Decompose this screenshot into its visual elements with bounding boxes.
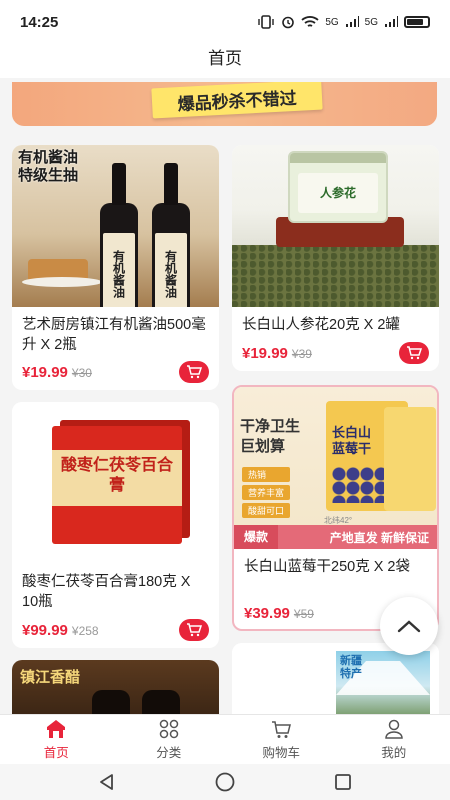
product-box-graphic: 酸枣仁茯苓百合膏 <box>52 426 182 544</box>
image-headline-1: 干净卫生 <box>240 418 301 435</box>
plate-graphic <box>22 277 102 287</box>
tab-label: 购物车 <box>262 746 300 760</box>
product-title: 长白山人参花20克 X 2罐 <box>242 317 400 333</box>
tab-label: 首页 <box>43 746 69 760</box>
status-icons: 5G 5G <box>257 15 430 29</box>
product-original-price: ¥39 <box>291 347 312 361</box>
page-title: 首页 <box>0 44 450 78</box>
product-price: ¥19.99 <box>242 345 288 362</box>
product-title: 艺术厨房镇江有机酱油500毫升 X 2瓶 <box>22 317 206 353</box>
tab-label: 我的 <box>381 746 407 760</box>
image-tagline: 产地直发 新鲜保证 <box>329 530 429 545</box>
cart-icon <box>187 365 202 379</box>
bottle-graphic-2 <box>142 690 180 714</box>
image-headline: 镇江香醋 <box>20 669 81 686</box>
product-image: 有机酱油 特级生抽 有机酱油 有机酱油 <box>12 145 219 307</box>
wifi-icon <box>301 16 319 27</box>
product-original-price: ¥30 <box>71 366 92 380</box>
price-row: ¥19.99 ¥39 <box>242 345 312 362</box>
product-image: 干净卫生 巨划算 热销 营养丰富 酸甜可口 长白山 蓝莓干 北纬42° 爆款 产… <box>234 387 437 549</box>
status-bar: 14:25 5G 5G <box>0 0 450 44</box>
tea-leaves-graphic <box>232 245 439 307</box>
bottle-graphic-1: 有机酱油 <box>100 163 138 307</box>
product-image: 酸枣仁茯苓百合膏 <box>12 402 219 564</box>
product-price: ¥39.99 <box>244 605 290 622</box>
product-card[interactable]: 人参花 长白山人参花20克 X 2罐 ¥19.99 ¥39 <box>232 145 439 371</box>
hot-badge: 爆款 <box>234 525 279 549</box>
vibrate-icon <box>258 15 275 29</box>
cart-icon <box>187 623 202 637</box>
product-image: 镇江香醋 <box>12 660 219 714</box>
tab-home[interactable]: 首页 <box>0 715 113 764</box>
scroll-to-top-button[interactable] <box>380 597 438 655</box>
product-price: ¥19.99 <box>22 364 68 381</box>
home-circle-icon[interactable] <box>214 771 236 793</box>
system-nav-bar <box>0 764 450 800</box>
back-icon[interactable] <box>97 772 117 792</box>
cart-icon <box>407 346 422 360</box>
image-headline-2: 巨划算 <box>240 438 286 455</box>
tab-profile[interactable]: 我的 <box>338 715 450 764</box>
product-card[interactable]: 镇江香醋 <box>12 660 219 714</box>
product-original-price: ¥258 <box>71 624 99 638</box>
profile-icon <box>384 719 403 739</box>
jar-graphic: 人参花 <box>288 151 388 223</box>
battery-icon <box>404 16 430 28</box>
cart-icon <box>272 721 292 738</box>
product-price: ¥99.99 <box>22 622 68 639</box>
image-headline-1: 有机酱油 <box>18 149 79 166</box>
product-feed[interactable]: 爆品秒杀不错过 有机酱油 特级生抽 有机酱油 有机酱油 艺术厨房镇江有机酱油50… <box>0 78 450 714</box>
product-card[interactable]: 有机酱油 特级生抽 有机酱油 有机酱油 艺术厨房镇江有机酱油500毫升 X 2瓶… <box>12 145 219 390</box>
product-original-price: ¥59 <box>293 607 314 621</box>
alarm-icon <box>282 16 295 29</box>
category-icon <box>159 719 178 739</box>
price-row: ¥99.99 ¥258 <box>22 622 99 639</box>
add-to-cart-button[interactable] <box>179 361 209 383</box>
image-headline-2: 特级生抽 <box>18 167 79 184</box>
tab-label: 分类 <box>156 746 182 760</box>
price-row: ¥39.99 ¥59 <box>244 605 314 622</box>
signal-icon <box>345 16 359 27</box>
product-card[interactable]: 干净卫生 巨划算 热销 营养丰富 酸甜可口 长白山 蓝莓干 北纬42° 爆款 产… <box>232 385 439 631</box>
bottom-tab-bar: 首页 分类 购物车 我的 <box>0 714 450 764</box>
tab-category[interactable]: 分类 <box>113 715 226 764</box>
home-icon <box>47 720 66 738</box>
recents-icon[interactable] <box>333 772 353 792</box>
bottle-graphic-1 <box>92 690 130 714</box>
tab-cart[interactable]: 购物车 <box>225 715 338 764</box>
product-title: 长白山蓝莓干250克 X 2袋 <box>244 559 410 575</box>
blueberry-bag-graphic-2 <box>384 407 436 511</box>
add-to-cart-button[interactable] <box>399 342 429 364</box>
promo-banner-text: 爆品秒杀不错过 <box>151 82 323 119</box>
signal-5g-label-1: 5G <box>325 16 339 28</box>
product-image: 人参花 <box>232 145 439 307</box>
landscape-graphic: 新疆 特产 <box>336 651 430 714</box>
promo-banner[interactable]: 爆品秒杀不错过 <box>12 82 437 126</box>
signal-icon-2 <box>385 16 398 27</box>
price-row: ¥19.99 ¥30 <box>22 364 92 381</box>
bottle-graphic-2: 有机酱油 <box>152 163 190 307</box>
signal-5g-label-2: 5G <box>364 16 378 28</box>
product-card[interactable]: 酸枣仁茯苓百合膏 酸枣仁茯苓百合膏180克 X 10瓶 ¥99.99 ¥258 <box>12 402 219 648</box>
chevron-up-icon <box>397 620 421 633</box>
add-to-cart-button[interactable] <box>179 619 209 641</box>
status-time: 14:25 <box>20 13 59 31</box>
product-title: 酸枣仁茯苓百合膏180克 X 10瓶 <box>22 574 191 610</box>
